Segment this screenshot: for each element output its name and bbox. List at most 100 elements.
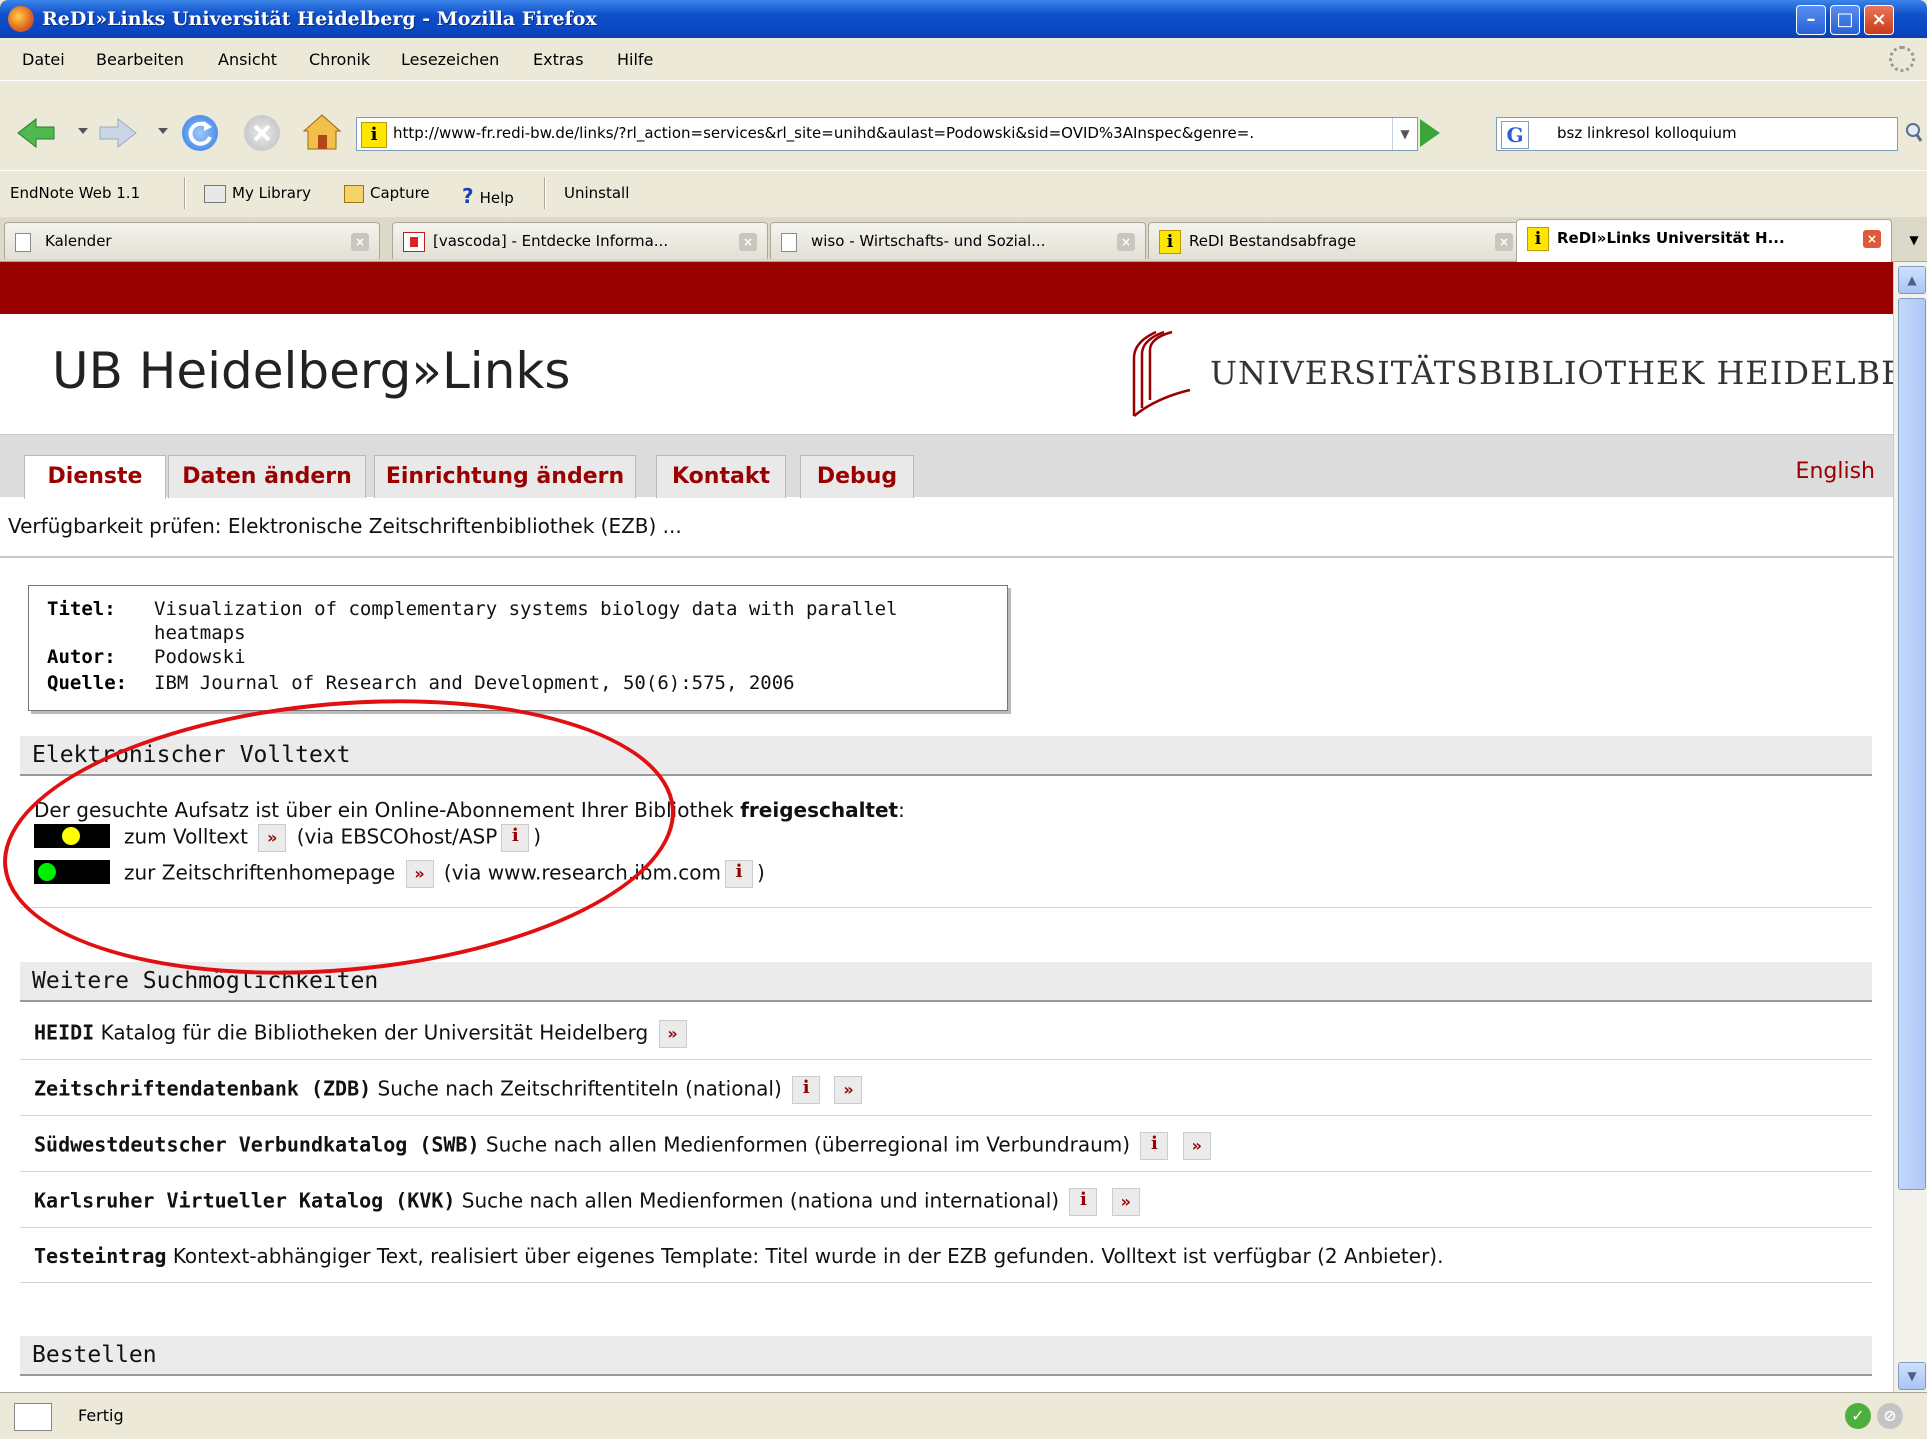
search-row-swb: Südwestdeutscher Verbundkatalog (SWB) Su… [34,1132,1215,1160]
tab-close-icon[interactable]: × [1117,233,1135,251]
menu-bearbeiten[interactable]: Bearbeiten [96,50,184,69]
maximize-button[interactable]: □ [1830,5,1860,35]
search-row-testeintrag: Testeintrag Kontext-abhängiger Text, rea… [34,1244,1443,1268]
fulltext-link-row: zum Volltext » (via EBSCOhost/ASP i) [124,824,541,852]
toolbar-separator [544,177,546,209]
tab-redi-links[interactable]: i ReDI»Links Universität H... × [1516,219,1892,262]
menu-datei[interactable]: Datei [22,50,65,69]
tab-close-icon[interactable]: × [351,233,369,251]
tab-kontakt[interactable]: Kontakt [656,455,786,498]
info-button[interactable]: i [725,860,754,888]
tab-kalender[interactable]: Kalender × [4,222,380,259]
search-source-desc: Suche nach Zeitschriftentiteln (national… [377,1076,782,1101]
divider [20,907,1872,908]
toolbar-separator [184,177,186,209]
fulltext-link-button[interactable]: » [258,824,287,852]
scroll-up-icon[interactable]: ▲ [1898,266,1926,294]
zdb-info-button[interactable]: i [792,1076,821,1104]
back-button[interactable] [16,115,55,151]
status-dot-yellow [62,827,80,845]
tab-debug[interactable]: Debug [800,455,914,498]
traffic-light-green [34,860,110,884]
capture-button[interactable]: Capture [344,184,430,203]
tab-close-icon[interactable]: × [1863,230,1881,248]
availability-check-text: Verfügbarkeit prüfen: Elektronische Zeit… [8,514,682,538]
divider [20,1171,1872,1172]
window-title-bar[interactable]: ReDI»Links Universität Heidelberg - Mozi… [0,0,1927,38]
fulltext-link-via: (via EBSCOhost/ASP [296,824,498,849]
ub-logo-icon [1132,330,1191,417]
go-button[interactable] [1420,119,1440,147]
search-row-kvk: Karlsruher Virtueller Katalog (KVK) Such… [34,1188,1144,1216]
kvk-link-button[interactable]: » [1111,1188,1140,1216]
menu-ansicht[interactable]: Ansicht [218,50,277,69]
tab-daten-aendern[interactable]: Daten ändern [168,455,366,498]
journal-link-close: ) [757,860,765,885]
tab-dienste[interactable]: Dienste [24,455,166,499]
document-icon [15,233,31,252]
search-source-name: Karlsruher Virtueller Katalog (KVK) [34,1188,456,1213]
swb-info-button[interactable]: i [1140,1132,1169,1160]
home-icon [302,114,342,150]
stop-button[interactable] [244,115,280,151]
forward-button[interactable] [98,115,137,151]
minimize-button[interactable]: – [1796,5,1826,35]
endnote-toolbar: EndNote Web 1.1 My Library Capture ? Help… [0,170,1927,218]
status-dot-green [38,863,56,881]
close-button[interactable]: × [1864,5,1894,35]
search-button[interactable] [1904,117,1923,149]
tab-close-icon[interactable]: × [739,233,757,251]
tab-vascoda[interactable]: [vascoda] - Entdecke Informa... × [392,222,768,259]
heidi-link-button[interactable]: » [658,1020,687,1048]
menu-extras[interactable]: Extras [533,50,584,69]
search-source-desc: Kontext-abhängiger Text, realisiert über… [172,1244,1444,1268]
home-button[interactable] [302,113,342,150]
capture-icon [344,184,364,203]
status-bar: Fertig ✓ ⊘ [0,1392,1927,1439]
tab-wiso[interactable]: wiso - Wirtschafts- und Sozial... × [770,222,1146,259]
check-icon[interactable]: ✓ [1845,1403,1871,1429]
traffic-light-yellow [34,824,110,848]
scrollbar-thumb[interactable] [1898,298,1926,1190]
zdb-link-button[interactable]: » [834,1076,863,1104]
my-library-button[interactable]: My Library [204,184,311,203]
help-button[interactable]: ? Help [462,184,514,208]
tab-close-icon[interactable]: × [1495,233,1513,251]
menu-bar: Datei Bearbeiten Ansicht Chronik Lesezei… [0,38,1927,80]
tab-label: ReDI»Links Universität H... [1557,229,1785,247]
reload-button[interactable] [182,115,218,151]
url-history-dropdown[interactable]: ▼ [1392,118,1417,150]
vertical-scrollbar[interactable]: ▲ ▼ [1893,262,1927,1392]
kvk-info-button[interactable]: i [1069,1188,1098,1216]
search-row-zdb: Zeitschriftendatenbank (ZDB) Suche nach … [34,1076,866,1104]
journal-link-label: zur Zeitschriftenhomepage [124,860,396,885]
tab-redi-bestandsabfrage[interactable]: i ReDI Bestandsabfrage × [1148,222,1524,259]
search-source-name: HEIDI [34,1020,95,1045]
menu-hilfe[interactable]: Hilfe [617,50,653,69]
tab-einrichtung-aendern[interactable]: Einrichtung ändern [374,455,636,498]
menu-chronik[interactable]: Chronik [309,50,370,69]
menu-lesezeichen[interactable]: Lesezeichen [401,50,499,69]
firefox-icon [8,6,34,32]
search-source-desc: Suche nach allen Medienformen (überregio… [485,1132,1131,1157]
back-history-dropdown[interactable] [76,123,90,137]
url-input[interactable]: i http://www-fr.redi-bw.de/links/?rl_act… [356,117,1418,151]
scroll-down-icon[interactable]: ▼ [1898,1362,1926,1390]
language-link-english[interactable]: English [1796,459,1875,484]
citation-source: IBM Journal of Research and Development,… [154,672,795,694]
google-engine-icon[interactable]: G [1501,121,1529,149]
library-name: UNIVERSITÄTSBIBLIOTHEK HEIDELBERG [1210,354,1893,392]
search-input[interactable]: G bsz linkresol kolloquium [1496,117,1898,151]
blocked-icon[interactable]: ⊘ [1877,1403,1903,1429]
swb-link-button[interactable]: » [1182,1132,1211,1160]
divider [20,1115,1872,1116]
library-icon [204,184,226,203]
uninstall-button[interactable]: Uninstall [564,184,629,202]
info-button[interactable]: i [501,824,530,852]
forward-history-dropdown[interactable] [156,123,170,137]
page-content: UB Heidelberg»Links UNIVERSITÄTSBIBLIOTH… [0,262,1893,1392]
title-label: Titel: [47,598,116,620]
tab-list-dropdown[interactable]: ▼ [1901,222,1927,258]
journal-link-button[interactable]: » [405,860,434,888]
divider [0,556,1893,558]
